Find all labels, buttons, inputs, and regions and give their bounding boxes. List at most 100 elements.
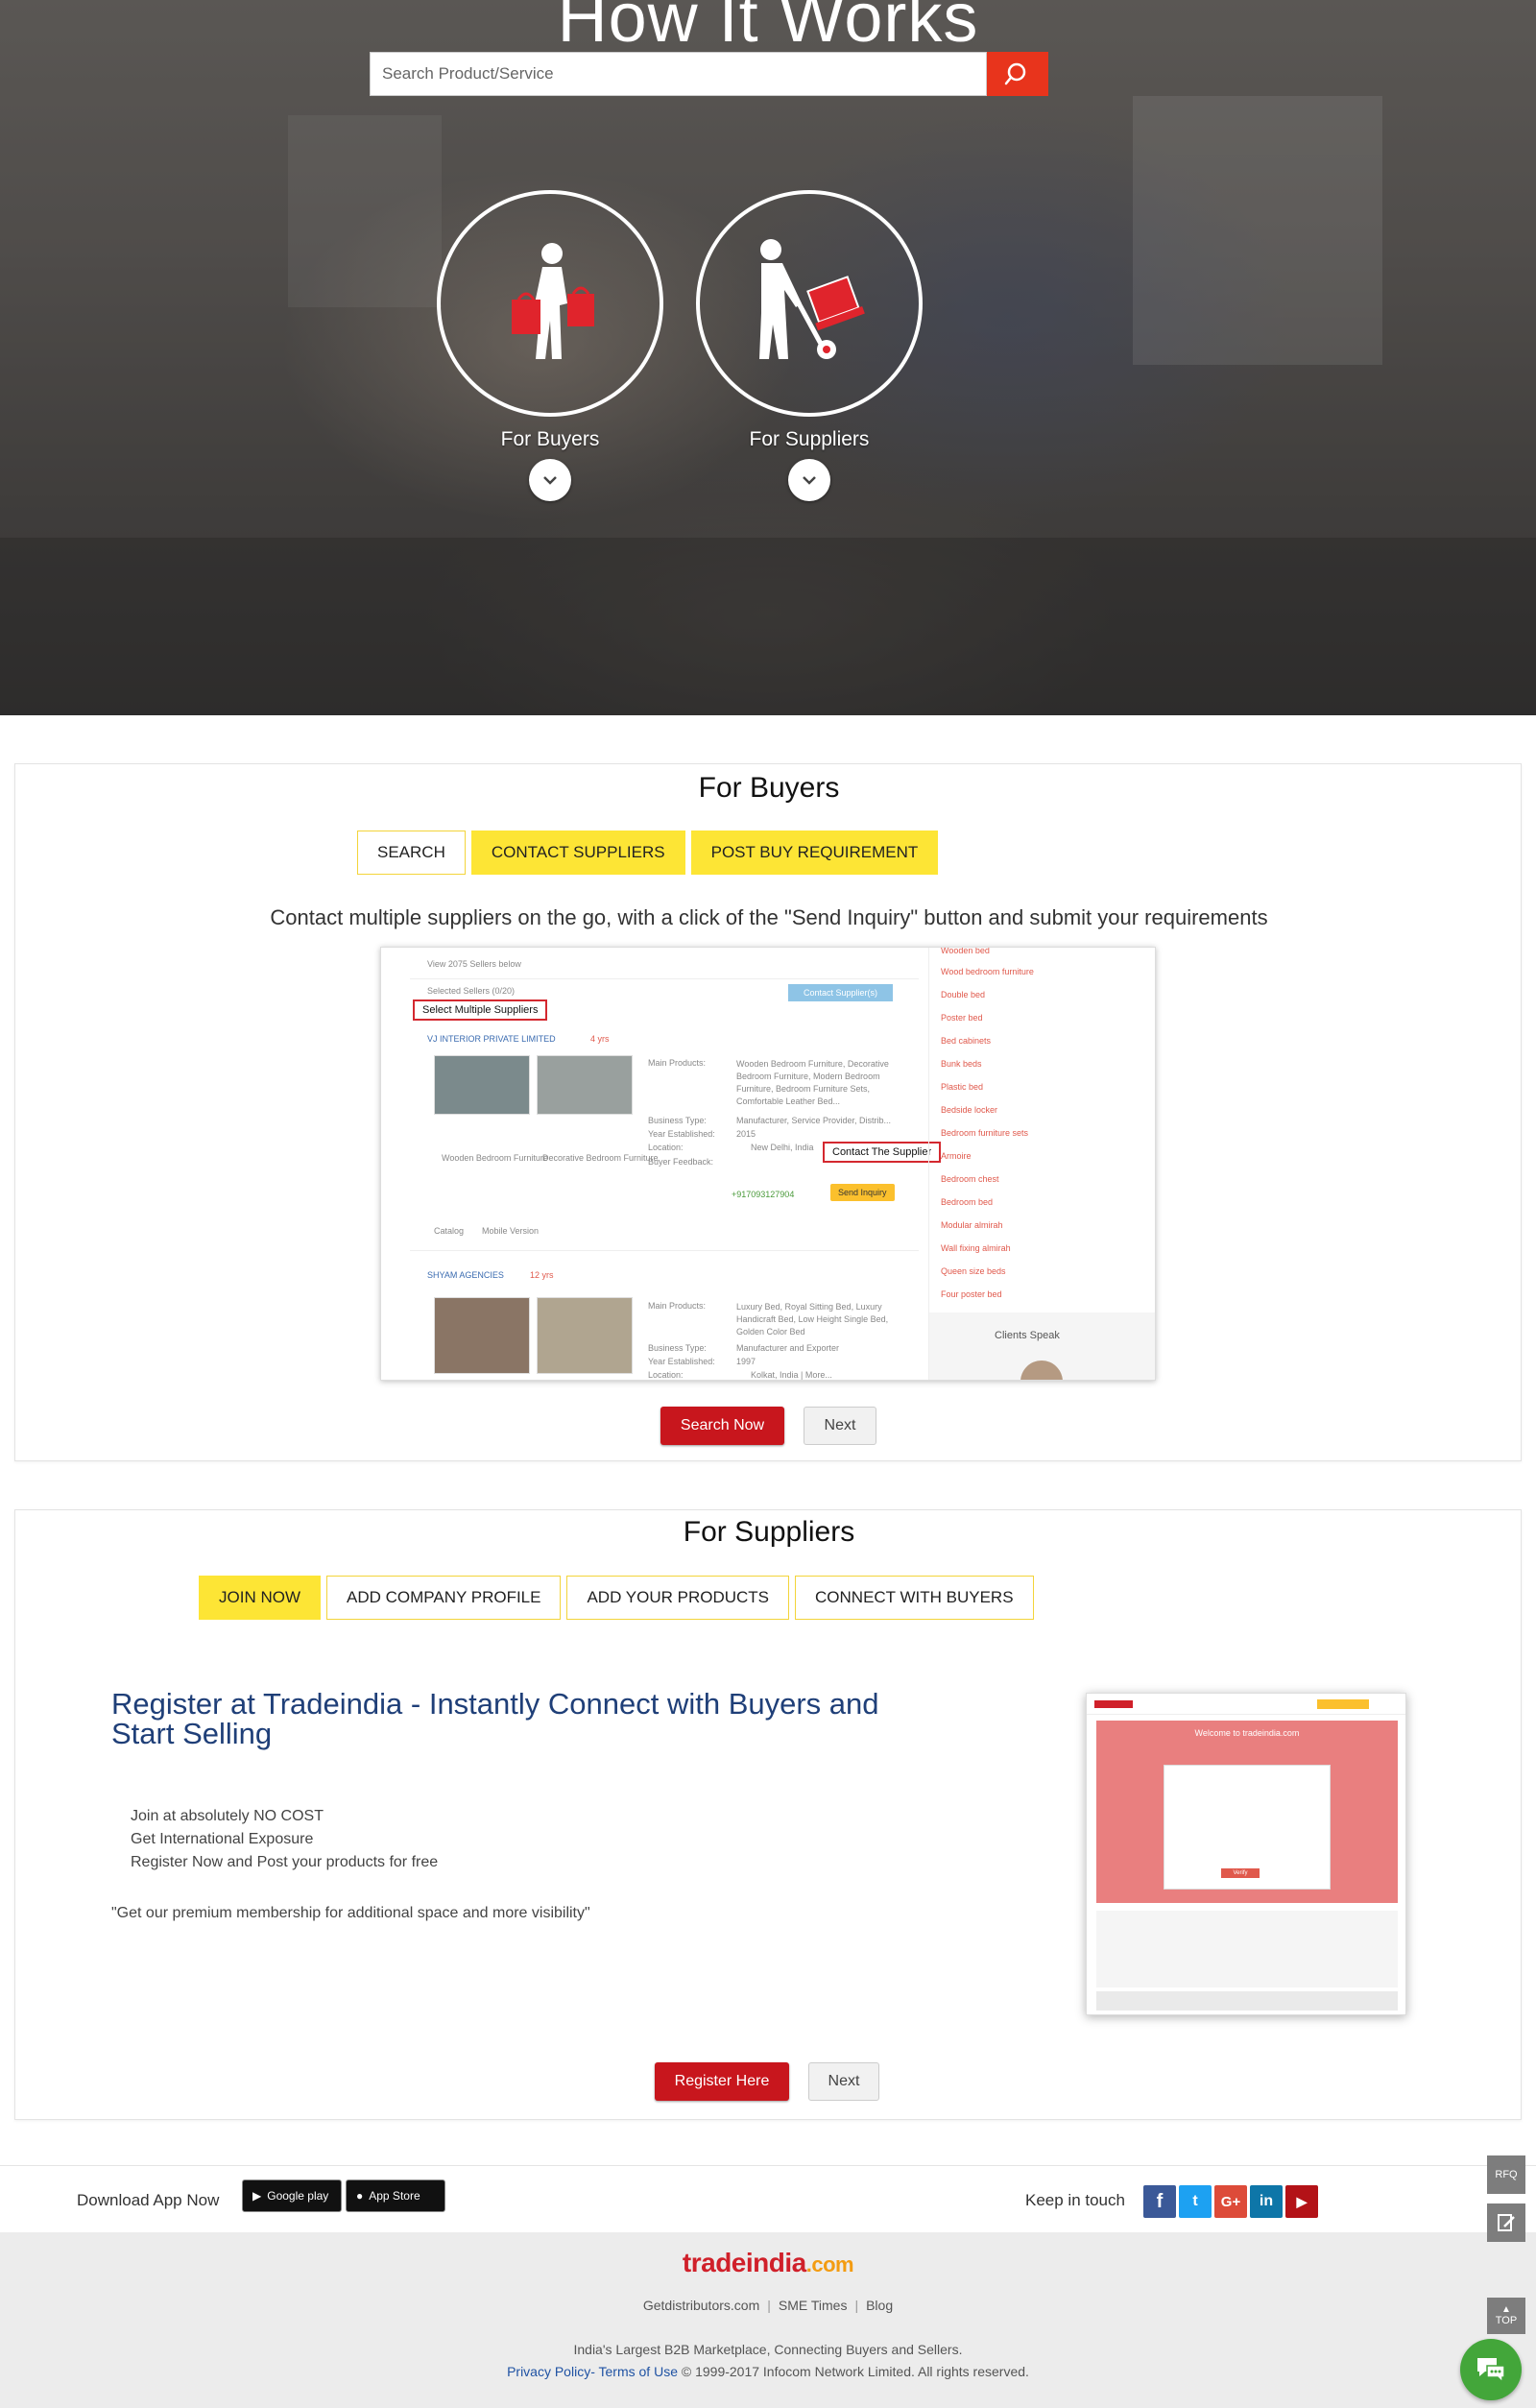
page-title: How It Works (557, 0, 979, 57)
buyers-next-button[interactable]: Next (804, 1407, 876, 1445)
mock-sidebar-item: Queen size beds (941, 1266, 1006, 1276)
for-suppliers-option[interactable]: For Suppliers (696, 190, 923, 501)
register-here-button[interactable]: Register Here (655, 2062, 789, 2101)
mock-business-type-2: Manufacturer and Exporter (736, 1343, 840, 1353)
mock-sidebar-item: Wall fixing almirah (941, 1243, 1011, 1253)
mock-send-inquiry: Send Inquiry (830, 1184, 895, 1201)
mock-product-1: Wooden Bedroom Furniture (442, 1153, 548, 1163)
buyer-circle[interactable] (437, 190, 663, 417)
chevron-down-icon (803, 476, 816, 485)
facebook-icon[interactable]: f (1143, 2185, 1176, 2218)
tab-post-buy-requirement[interactable]: POST BUY REQUIREMENT (690, 831, 939, 875)
mock-catalog: Catalog (434, 1226, 465, 1236)
buyers-title: For Buyers (698, 772, 840, 804)
search-now-button[interactable]: Search Now (660, 1407, 784, 1445)
edit-note-icon (1498, 2214, 1515, 2231)
footer-tagline: India's Largest B2B Marketplace, Connect… (573, 2342, 963, 2357)
supplier-with-trolley-icon (759, 239, 865, 359)
mock-seller1: VJ INTERIOR PRIVATE LIMITED (427, 1034, 556, 1044)
mock-phone: +917093127904 (732, 1190, 795, 1199)
rfq-button[interactable]: RFQ (1487, 2155, 1525, 2194)
mock-location-2: Kolkat, India | More... (751, 1370, 832, 1380)
footer-link-sme-times[interactable]: SME Times (779, 2298, 848, 2313)
suppliers-next-button[interactable]: Next (808, 2062, 879, 2101)
mock-view-sellers: View 2075 Sellers below (427, 959, 521, 969)
benefit-item: Get International Exposure (131, 1831, 314, 1847)
terms-of-use-link[interactable]: Terms of Use (599, 2364, 678, 2379)
mock-label: Buyer Feedback: (648, 1157, 714, 1167)
tab-join-now[interactable]: JOIN NOW (199, 1576, 321, 1620)
mock-label: Location: (648, 1370, 684, 1380)
twitter-icon[interactable]: t (1179, 2185, 1212, 2218)
mock-contact-button: Contact Supplier(s) (788, 984, 894, 1001)
mock-welcome: Welcome to tradeindia.com (1194, 1728, 1300, 1738)
app-download-bar: Download App Now ▶ Google play ● App Sto… (0, 2165, 1536, 2232)
chat-button[interactable] (1460, 2339, 1522, 2400)
app-store-badge[interactable]: ● App Store (346, 2179, 445, 2212)
mock-sidebar-item: Poster bed (941, 1013, 983, 1023)
top-label: TOP (1495, 2315, 1518, 2326)
mock-clients-speak: Clients Speak (995, 1330, 1060, 1341)
mock-callout-select: Select Multiple Suppliers (413, 999, 548, 1021)
tab-contact-suppliers[interactable]: CONTACT SUPPLIERS (470, 831, 685, 875)
mock-label: Main Products: (648, 1301, 707, 1311)
mock-verify: Verify (1221, 1868, 1260, 1878)
for-buyers-label: For Buyers (500, 428, 600, 450)
mock-label: Location: (648, 1143, 684, 1152)
mock-sidebar-item: Bed cabinets (941, 1036, 992, 1046)
mock-sidebar-item: Bunk beds (941, 1059, 982, 1069)
suppliers-scroll-button[interactable] (788, 459, 830, 501)
buyers-description: Contact multiple suppliers on the go, wi… (270, 905, 1268, 929)
google-play-badge[interactable]: ▶ Google play (242, 2179, 342, 2212)
footer-link-getdistributors[interactable]: Getdistributors.com (643, 2298, 759, 2313)
mock-main-products: Wooden Bedroom Furniture, Decorative Bed… (736, 1059, 889, 1106)
linkedin-icon[interactable]: in (1250, 2185, 1283, 2218)
keep-in-touch-label: Keep in touch (1025, 2191, 1125, 2209)
benefits-list: Join at absolutely NO COST Get Internati… (131, 1805, 438, 1874)
mock-label: Year Established: (648, 1129, 715, 1139)
back-to-top-button[interactable]: ▲ TOP (1487, 2298, 1525, 2334)
for-suppliers-label: For Suppliers (749, 428, 870, 450)
tab-add-your-products[interactable]: ADD YOUR PRODUCTS (566, 1576, 790, 1620)
apple-icon: ● (356, 2189, 364, 2203)
mock-sidebar-item: Bedroom chest (941, 1174, 999, 1184)
mock-sidebar-item: Bedroom furniture sets (941, 1128, 1029, 1138)
buyer-with-bags-icon (512, 243, 594, 359)
mock-main-products-2: Luxury Bed, Royal Sitting Bed, Luxury Ha… (736, 1302, 889, 1336)
suppliers-title: For Suppliers (683, 1516, 855, 1548)
footer-links: Getdistributors.com | SME Times | Blog (642, 2298, 894, 2313)
hero-banner: How It Works For Buyers (0, 0, 1536, 715)
suppliers-screenshot: Welcome to tradeindia.com Verify (1086, 1693, 1406, 2015)
youtube-icon[interactable]: ▶ (1285, 2185, 1318, 2218)
footer-copyright: Privacy Policy- Terms of Use © 1999-2017… (507, 2364, 1029, 2379)
premium-note: "Get our premium membership for addition… (111, 1905, 590, 1921)
mock-product-2: Decorative Bedroom Furniture (542, 1153, 659, 1163)
search-button[interactable] (987, 52, 1048, 96)
suppliers-tabs: JOIN NOW ADD COMPANY PROFILE ADD YOUR PR… (199, 1576, 1034, 1620)
tradeindia-logo[interactable]: tradeindia.com (0, 2248, 1536, 2278)
caret-up-icon: ▲ (1501, 2304, 1511, 2315)
mock-sidebar-item: Armoire (941, 1151, 972, 1161)
google-plus-icon[interactable]: G+ (1214, 2185, 1247, 2218)
supplier-circle[interactable] (696, 190, 923, 417)
mock-label: Year Established: (648, 1357, 715, 1366)
search-icon (1004, 62, 1026, 85)
mock-seller2-years: 12 yrs (530, 1270, 554, 1280)
mock-sidebar-item: Wood bedroom furniture (941, 967, 1034, 976)
search-bar (370, 52, 1048, 96)
mock-seller1-years: 4 yrs (590, 1034, 610, 1044)
mock-business-type: Manufacturer, Service Provider, Distrib.… (736, 1116, 892, 1125)
buyers-panel: For Buyers SEARCH CONTACT SUPPLIERS POST… (14, 763, 1522, 1461)
logo-main: tradeindia (682, 2248, 806, 2277)
footer-link-blog[interactable]: Blog (866, 2298, 893, 2313)
privacy-policy-link[interactable]: Privacy Policy (507, 2364, 590, 2379)
mock-label: Main Products: (648, 1058, 707, 1068)
tab-connect-with-buyers[interactable]: CONNECT WITH BUYERS (795, 1576, 1034, 1620)
tab-search[interactable]: SEARCH (357, 831, 466, 875)
post-requirement-button[interactable] (1487, 2203, 1525, 2242)
search-input[interactable] (370, 52, 987, 96)
tab-add-company-profile[interactable]: ADD COMPANY PROFILE (326, 1576, 562, 1620)
for-buyers-option[interactable]: For Buyers (437, 190, 663, 501)
buyers-scroll-button[interactable] (529, 459, 571, 501)
mock-sidebar: Wooden bed Wood bedroom furniture Double… (928, 948, 1155, 1380)
